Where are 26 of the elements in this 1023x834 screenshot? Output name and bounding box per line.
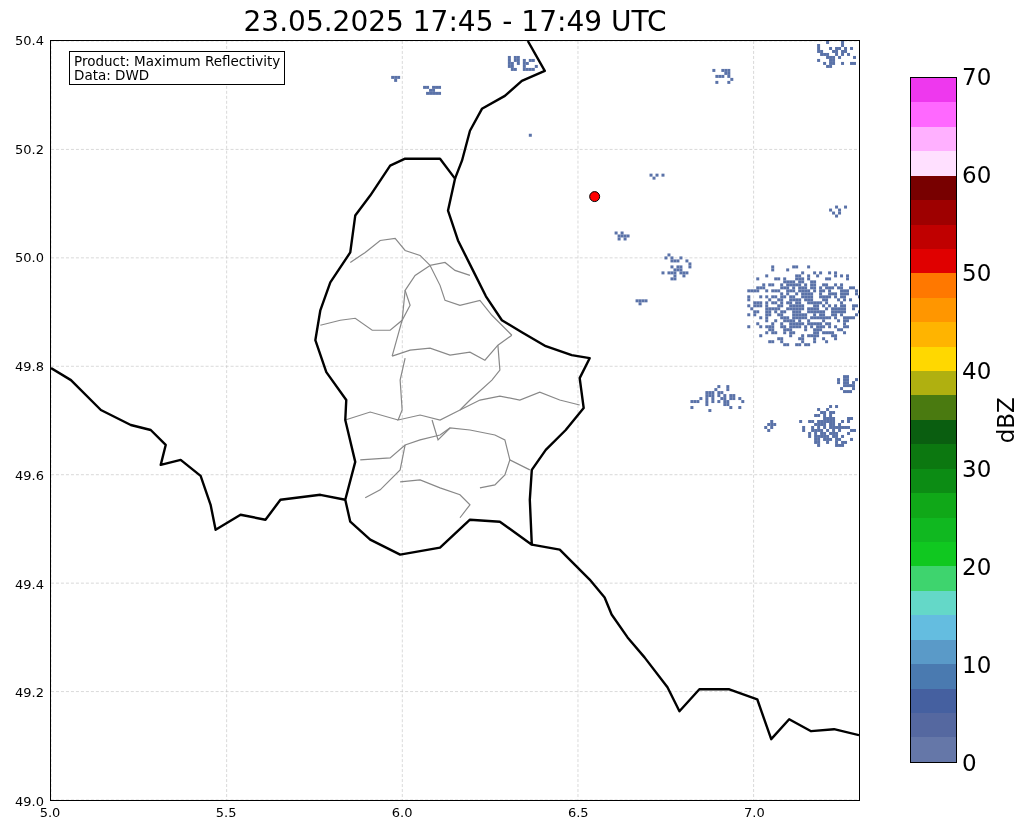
colorbar-tick-label: 60	[962, 163, 992, 187]
y-tick-label: 49.6	[15, 468, 44, 482]
colorbar-label: dBZ	[991, 396, 1020, 444]
colorbar-tick-label: 30	[962, 457, 992, 481]
colorbar-tick-label: 10	[962, 653, 992, 677]
colorbar-tick-label: 0	[962, 751, 977, 775]
y-tick-label: 49.4	[15, 577, 44, 591]
x-tick-label: 6.0	[391, 806, 413, 819]
info-text: Product: Maximum Reflectivity	[74, 54, 281, 69]
y-tick-label: 50.0	[15, 250, 44, 264]
colorbar-tick-label: 50	[962, 261, 992, 285]
y-tick-label: 49.8	[15, 359, 44, 373]
y-tick-label: 50.2	[15, 142, 44, 156]
y-tick-label: 50.4	[15, 33, 44, 47]
y-tick-label: 49.2	[15, 685, 44, 699]
x-tick-label: 5.5	[215, 806, 237, 819]
location-marker	[589, 191, 601, 203]
colorbar-tick-label: 40	[962, 359, 992, 383]
x-tick-label: 5.0	[39, 806, 61, 819]
x-tick-label: 7.0	[744, 806, 765, 819]
colorbar-tick-label: 70	[962, 65, 992, 89]
y-tick-label: 49.0	[15, 794, 44, 808]
colorbar-tick-label: 20	[962, 555, 992, 579]
chart-title: 23.05.2025 17:45 - 17:49 UTC	[242, 8, 668, 40]
x-tick-label: 6.5	[567, 806, 589, 819]
info-text: Data: DWD	[74, 68, 151, 83]
